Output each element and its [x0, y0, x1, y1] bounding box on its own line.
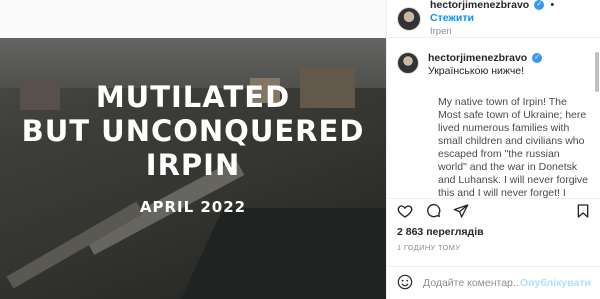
location-link[interactable]: Irpen	[430, 25, 600, 38]
separator-dot: •	[550, 0, 555, 11]
headline-line: BUT UNCONQUERED	[21, 114, 365, 148]
post-image[interactable]: MUTILATED BUT UNCONQUERED IRPIN APRIL 20…	[0, 38, 386, 299]
verified-badge-icon: ✓	[534, 0, 545, 11]
follow-button[interactable]: Стежити	[430, 12, 474, 24]
speech-bubble-icon	[427, 203, 441, 217]
avatar[interactable]	[397, 52, 419, 74]
save-button[interactable]	[575, 203, 591, 219]
caption-intro: hectorjimenezbravo ✓ Українською нижче!	[428, 52, 591, 78]
image-headline: MUTILATED BUT UNCONQUERED IRPIN	[0, 80, 386, 182]
caption-username-link[interactable]: hectorjimenezbravo	[428, 52, 527, 64]
caption-body: My native town of Irpin! The Most safe t…	[438, 96, 588, 198]
caption-area: hectorjimenezbravo ✓ Українською нижче! M…	[387, 52, 600, 198]
avatar[interactable]	[397, 6, 421, 31]
caption-scrollbar[interactable]	[594, 52, 600, 192]
share-button[interactable]	[453, 203, 469, 219]
caption-header: hectorjimenezbravo ✓ Українською нижче!	[397, 52, 591, 78]
image-date: APRIL 2022	[139, 198, 247, 216]
scrollbar-thumb[interactable]	[595, 52, 599, 92]
headline-line: IRPIN	[145, 148, 241, 182]
post-header: hectorjimenezbravo ✓ • Стежити Irpen	[387, 0, 600, 38]
caption-intro-text: Українською нижче!	[428, 65, 525, 77]
username-link[interactable]: hectorjimenezbravo	[430, 0, 529, 11]
comment-bar: Опублікувати	[387, 266, 600, 299]
comment-input[interactable]	[423, 277, 520, 289]
heart-icon	[397, 204, 413, 218]
like-button[interactable]	[397, 203, 413, 219]
smiley-icon	[397, 274, 413, 289]
post-comment-button[interactable]: Опублікувати	[520, 277, 591, 289]
instagram-post: MUTILATED BUT UNCONQUERED IRPIN APRIL 20…	[0, 0, 600, 299]
view-count[interactable]: 2 863 переглядів	[397, 226, 484, 238]
emoji-button[interactable]	[397, 274, 413, 293]
action-bar	[387, 198, 600, 222]
verified-badge-icon: ✓	[532, 53, 543, 64]
paper-plane-icon	[453, 203, 469, 218]
post-timestamp[interactable]: 1 ГОДИНУ ТОМУ	[397, 243, 460, 252]
comment-button[interactable]	[425, 203, 441, 219]
headline-line: MUTILATED	[95, 80, 291, 114]
post-sidebar: hectorjimenezbravo ✓ • Стежити Irpen hec…	[386, 0, 600, 299]
header-info: hectorjimenezbravo ✓ • Стежити Irpen	[430, 0, 600, 38]
bookmark-icon	[577, 203, 589, 218]
